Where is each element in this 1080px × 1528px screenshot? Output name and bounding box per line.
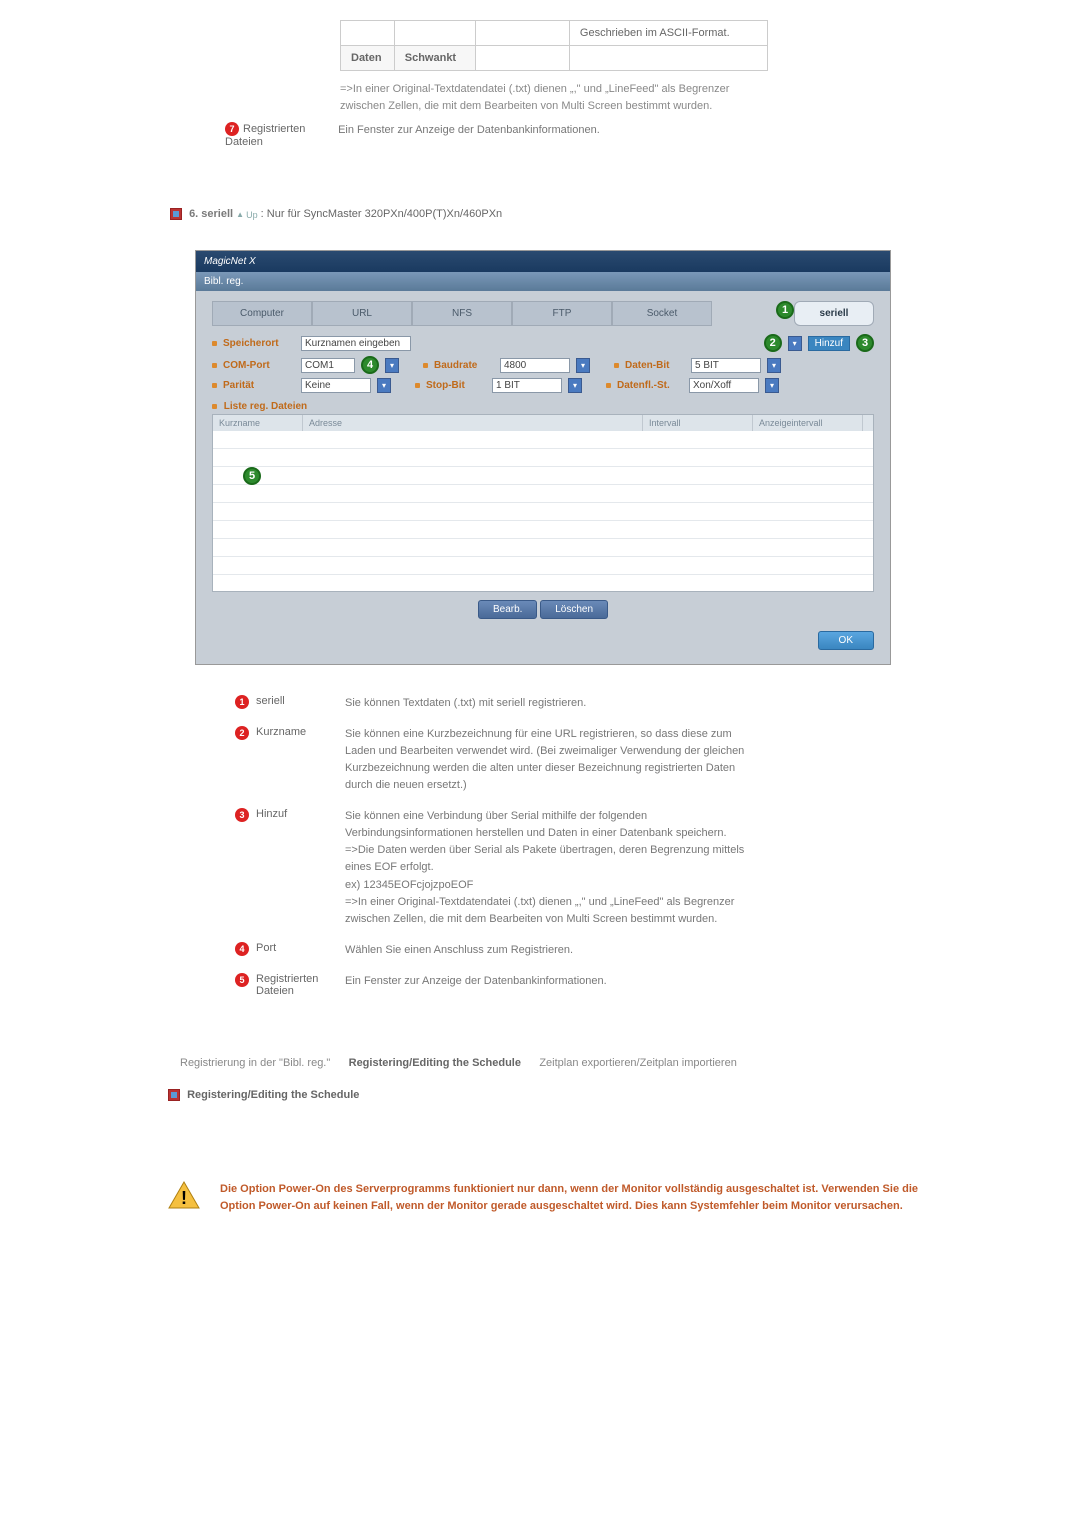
- col-adresse: Adresse: [303, 415, 643, 431]
- badge-5-icon: 5: [235, 973, 249, 987]
- lbl-datenbit: Daten-Bit: [625, 360, 685, 371]
- tab-ftp[interactable]: FTP: [512, 301, 612, 326]
- badge-3-icon: 3: [856, 334, 874, 352]
- legend: 1 seriell Sie können Textdaten (.txt) mit…: [40, 695, 1040, 997]
- dialog: MagicNet X Bibl. reg. Computer URL NFS F…: [195, 250, 891, 665]
- badge-2-icon: 2: [764, 334, 782, 352]
- inp-speicherort[interactable]: Kurznamen eingeben: [301, 336, 411, 351]
- subnav: Registrierung in der "Bibl. reg." Regist…: [180, 1057, 1040, 1069]
- legend-2-label: Kurzname: [256, 726, 306, 738]
- subnav-b[interactable]: Registering/Editing the Schedule: [349, 1057, 521, 1069]
- legend-5-text: Ein Fenster zur Anzeige der Datenbankinf…: [345, 973, 765, 997]
- tab-socket[interactable]: Socket: [612, 301, 712, 326]
- chevron-down-icon[interactable]: ▾: [568, 378, 582, 393]
- badge-3-icon: 3: [235, 808, 249, 822]
- note-txt: =>In einer Original-Textdatendatei (.txt…: [340, 81, 768, 114]
- bullet-icon: [606, 383, 611, 388]
- hinzuf-button[interactable]: Hinzuf: [808, 336, 850, 351]
- bullet-icon: [212, 363, 217, 368]
- dialog-subtitle: Bibl. reg.: [196, 272, 890, 291]
- lbl-stopbit: Stop-Bit: [426, 380, 486, 391]
- warning-text: Die Option Power-On des Serverprogramms …: [220, 1181, 948, 1216]
- badge-4-icon: 4: [361, 356, 379, 374]
- row7-text: Ein Fenster zur Anzeige der Datenbankinf…: [338, 122, 758, 139]
- inp-stopbit[interactable]: 1 BIT: [492, 378, 562, 393]
- legend-4-label: Port: [256, 942, 276, 954]
- legend-4-text: Wählen Sie einen Anschluss zum Registrie…: [345, 942, 765, 959]
- lbl-comport: COM-Port: [223, 360, 295, 371]
- tab-computer[interactable]: Computer: [212, 301, 312, 326]
- legend-5-label: Registrierten Dateien: [256, 973, 345, 997]
- section-6-rest: : Nur für SyncMaster 320PXn/400P(T)Xn/46…: [261, 208, 503, 220]
- badge-2-icon: 2: [235, 726, 249, 740]
- subnav-a[interactable]: Registrierung in der "Bibl. reg.": [180, 1057, 330, 1069]
- chevron-down-icon[interactable]: ▾: [767, 358, 781, 373]
- col-intervall: Intervall: [643, 415, 753, 431]
- badge-4-icon: 4: [235, 942, 249, 956]
- badge-7-icon: 7: [225, 122, 239, 136]
- chevron-down-icon[interactable]: ▾: [765, 378, 779, 393]
- tab-nfs[interactable]: NFS: [412, 301, 512, 326]
- bullet-icon: [614, 363, 619, 368]
- tab-seriell[interactable]: seriell: [794, 301, 874, 326]
- bullet-icon: [423, 363, 428, 368]
- inp-datenfl[interactable]: Xon/Xoff: [689, 378, 759, 393]
- legend-1-text: Sie können Textdaten (.txt) mit seriell …: [345, 695, 765, 712]
- inp-comport[interactable]: COM1: [301, 358, 355, 373]
- bullet-icon: [415, 383, 420, 388]
- badge-5-icon: 5: [243, 467, 261, 485]
- grid-body[interactable]: 5: [213, 431, 873, 591]
- warning-icon: !: [168, 1181, 200, 1209]
- dialog-title: MagicNet X: [196, 251, 890, 272]
- chevron-down-icon[interactable]: ▾: [377, 378, 391, 393]
- col-kurzname: Kurzname: [213, 415, 303, 431]
- bullet-icon: [212, 404, 217, 409]
- lbl-speicherort: Speicherort: [223, 338, 295, 349]
- svg-text:!: !: [181, 1188, 187, 1208]
- section-reg-title: Registering/Editing the Schedule: [187, 1089, 359, 1101]
- tt-r1c4: Geschrieben im ASCII-Format.: [569, 21, 767, 46]
- lbl-paritat: Parität: [223, 380, 295, 391]
- top-table: Geschrieben im ASCII-Format. Daten Schwa…: [340, 20, 768, 71]
- inp-baudrate[interactable]: 4800: [500, 358, 570, 373]
- listhead: Liste reg. Dateien: [224, 401, 307, 412]
- chevron-down-icon[interactable]: ▾: [576, 358, 590, 373]
- bearb-button[interactable]: Bearb.: [478, 600, 537, 619]
- ok-button[interactable]: OK: [818, 631, 874, 650]
- bullet-icon: [212, 341, 217, 346]
- section-6-title: 6. seriell: [189, 208, 233, 220]
- legend-1-label: seriell: [256, 695, 285, 707]
- badge-1-icon: 1: [776, 301, 794, 319]
- legend-3-label: Hinzuf: [256, 808, 287, 820]
- bullet-icon: [212, 383, 217, 388]
- tt-r2c2: Schwankt: [394, 46, 475, 71]
- chevron-down-icon[interactable]: ▾: [788, 336, 802, 351]
- lbl-baudrate: Baudrate: [434, 360, 494, 371]
- up-link[interactable]: Up: [236, 210, 257, 220]
- inp-paritat[interactable]: Keine: [301, 378, 371, 393]
- section-6-head: 6. seriell Up : Nur für SyncMaster 320PX…: [170, 208, 1040, 220]
- badge-1-icon: 1: [235, 695, 249, 709]
- section-icon: [170, 208, 182, 220]
- warning: ! Die Option Power-On des Serverprogramm…: [168, 1181, 948, 1216]
- legend-2-text: Sie können eine Kurzbezeichnung für eine…: [345, 726, 765, 794]
- tab-url[interactable]: URL: [312, 301, 412, 326]
- section-reg-head: Registering/Editing the Schedule: [168, 1089, 1040, 1101]
- col-anzeige: Anzeigeintervall: [753, 415, 863, 431]
- chevron-down-icon[interactable]: ▾: [385, 358, 399, 373]
- lbl-datenfl: Datenfl.-St.: [617, 380, 683, 391]
- legend-3-text: Sie können eine Verbindung über Serial m…: [345, 808, 765, 927]
- subnav-c[interactable]: Zeitplan exportieren/Zeitplan importiere…: [539, 1057, 737, 1069]
- dialog-tabs: Computer URL NFS FTP Socket 1 seriell: [212, 301, 874, 326]
- file-grid: Kurzname Adresse Intervall Anzeigeinterv…: [212, 414, 874, 592]
- section-icon: [168, 1089, 180, 1101]
- tt-r2c1: Daten: [341, 46, 395, 71]
- loeschen-button[interactable]: Löschen: [540, 600, 608, 619]
- inp-datenbit[interactable]: 5 BIT: [691, 358, 761, 373]
